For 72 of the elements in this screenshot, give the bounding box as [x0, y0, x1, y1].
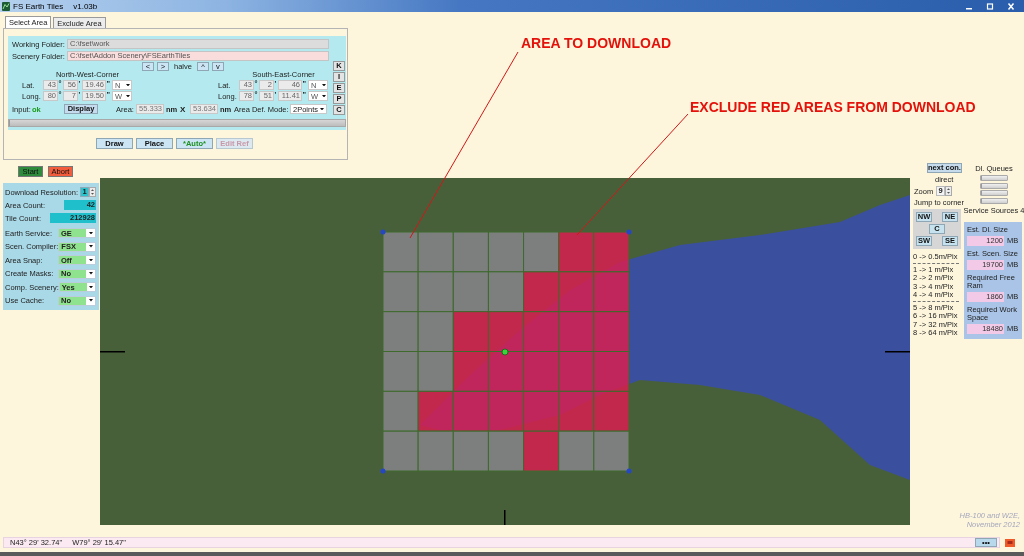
grid-tile[interactable]: [382, 311, 419, 352]
grid-tile[interactable]: [558, 390, 595, 432]
grid-tile[interactable]: [487, 390, 525, 432]
grid-tile[interactable]: [417, 390, 454, 432]
spin-arrows-icon[interactable]: [945, 186, 953, 196]
caret-icon: [320, 107, 324, 111]
caret-icon: [89, 245, 93, 248]
grid-tile[interactable]: [452, 271, 489, 313]
version-label: v1.03b: [73, 1, 98, 11]
grid-tile[interactable]: [452, 231, 489, 273]
grid-tile[interactable]: [523, 430, 560, 472]
window-title: FS Earth Tiles: [13, 1, 64, 11]
spin-arrows-icon[interactable]: [89, 187, 96, 197]
close-icon[interactable]: [1007, 2, 1015, 10]
grid-tile[interactable]: [558, 311, 595, 352]
grid-tile[interactable]: [523, 351, 560, 392]
caret-icon: [126, 94, 130, 98]
grid-tile[interactable]: [417, 430, 454, 472]
grid-tile[interactable]: [417, 231, 454, 273]
grid-tile[interactable]: [417, 351, 454, 392]
corner-marker-icon[interactable]: [626, 468, 632, 474]
grid-tile[interactable]: [487, 231, 525, 273]
caret-icon: [89, 231, 93, 235]
grid-tile[interactable]: [558, 351, 595, 392]
grid-tile[interactable]: [452, 311, 489, 352]
grid-tile[interactable]: [417, 271, 454, 313]
caret-icon: [322, 94, 326, 98]
grid-tile[interactable]: [417, 311, 454, 352]
grid-tile[interactable]: [452, 390, 489, 432]
caret-icon: [89, 299, 93, 302]
annotation-text: EXCLUDE RED AREAS FROM DOWNLOAD: [690, 100, 976, 114]
grid-tile[interactable]: [487, 430, 525, 472]
grid-tile[interactable]: [452, 351, 489, 392]
grid-tile[interactable]: [382, 271, 419, 313]
grid-tile[interactable]: [593, 271, 630, 313]
grid-tile[interactable]: [593, 311, 630, 352]
grid-tile[interactable]: [593, 351, 630, 392]
grid-tile[interactable]: [452, 430, 489, 472]
grid-tile[interactable]: [558, 430, 595, 472]
caret-icon: [89, 258, 93, 262]
annotation-text: AREA TO DOWNLOAD: [521, 36, 672, 50]
corner-marker-icon[interactable]: [626, 229, 632, 235]
caret-icon: [89, 285, 93, 289]
times-sign: X: [180, 104, 186, 114]
app-icon: [2, 1, 10, 11]
grid-tile[interactable]: [523, 311, 560, 352]
grid-tile[interactable]: [558, 231, 595, 273]
crosshair-tick: [100, 351, 125, 353]
grid-tile[interactable]: [593, 430, 630, 472]
grid-tile[interactable]: [523, 231, 560, 273]
grid-tile[interactable]: [487, 351, 525, 392]
grid-tile[interactable]: [382, 351, 419, 392]
grid-tile[interactable]: [558, 271, 595, 313]
grid-tile[interactable]: [593, 390, 630, 432]
grid-tile[interactable]: [382, 430, 419, 472]
grid-tile[interactable]: [523, 390, 560, 432]
corner-marker-icon[interactable]: [380, 229, 386, 235]
corner-marker-icon[interactable]: [380, 468, 386, 474]
grid-tile[interactable]: [487, 271, 525, 313]
grid-tile[interactable]: [487, 311, 525, 352]
center-marker-icon[interactable]: [501, 348, 509, 356]
caret-icon: [126, 83, 130, 87]
grid-tile[interactable]: [593, 231, 630, 273]
maximize-icon[interactable]: [986, 2, 994, 10]
caret-icon: [322, 83, 326, 87]
grid-tile[interactable]: [523, 271, 560, 313]
square-icon[interactable]: [1005, 538, 1015, 547]
caret-icon: [89, 272, 93, 275]
crosshair-tick: [885, 351, 910, 353]
crosshair-tick: [504, 510, 506, 525]
grid-tile[interactable]: [382, 390, 419, 432]
grid-tile[interactable]: [382, 231, 419, 273]
